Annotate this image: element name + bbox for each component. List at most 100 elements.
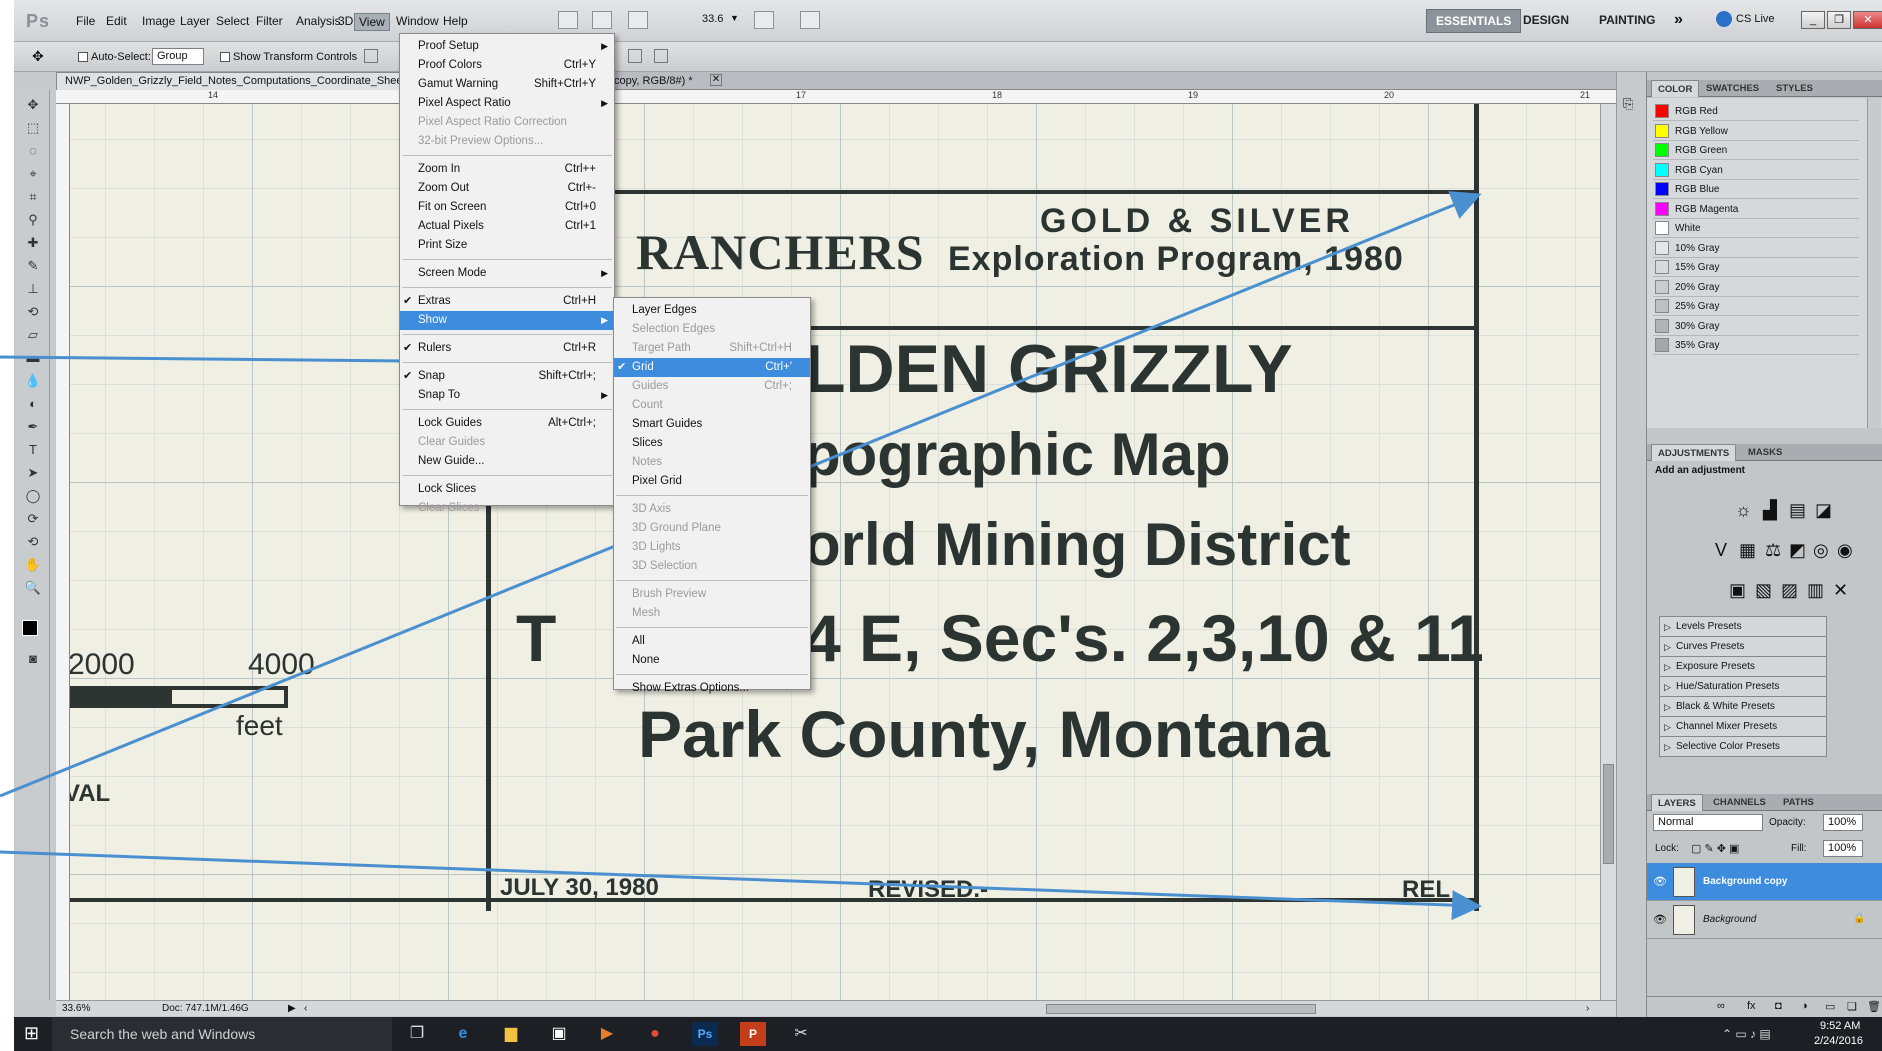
edge-icon[interactable]: e bbox=[450, 1022, 476, 1046]
3d-rotate-tool-icon[interactable]: ⟳ bbox=[24, 510, 42, 528]
channel-mixer-icon[interactable]: ◉ bbox=[1837, 540, 1853, 561]
bridge-icon[interactable] bbox=[558, 11, 578, 29]
windows-start-icon[interactable]: ⊞ bbox=[24, 1023, 39, 1044]
auto-select-checkbox[interactable]: Auto-Select: bbox=[78, 51, 151, 63]
preset-item[interactable]: ▷ Levels Presets bbox=[1659, 617, 1827, 637]
fx-icon[interactable]: fx bbox=[1747, 1000, 1756, 1012]
snipping-tool-icon[interactable]: ✂ bbox=[788, 1022, 814, 1046]
swatch-item[interactable]: RGB Red bbox=[1653, 102, 1859, 121]
move-tool-icon[interactable]: ✥ bbox=[32, 48, 44, 65]
crop-tool-icon[interactable]: ⌗ bbox=[24, 188, 42, 206]
tab-paths[interactable]: PATHS bbox=[1777, 794, 1820, 811]
stamp-tool-icon[interactable]: ⊥ bbox=[24, 280, 42, 298]
tab-swatches[interactable]: SWATCHES bbox=[1700, 80, 1765, 97]
marquee-tool-icon[interactable]: ⬚ bbox=[24, 119, 42, 137]
threshold-icon[interactable]: ▨ bbox=[1781, 580, 1798, 601]
menu-item-new-guide[interactable]: New Guide... bbox=[400, 452, 614, 471]
quick-select-tool-icon[interactable]: ⌖ bbox=[24, 165, 42, 183]
layer-row[interactable]: 👁 Background copy bbox=[1647, 863, 1882, 901]
align-icon[interactable] bbox=[364, 49, 378, 63]
auto-select-dropdown[interactable]: Group bbox=[152, 48, 204, 65]
menu-item-pixel-grid[interactable]: Pixel Grid bbox=[614, 472, 810, 491]
swatch-item[interactable]: RGB Green bbox=[1653, 141, 1859, 160]
workspace-painting[interactable]: PAINTING bbox=[1590, 9, 1664, 33]
store-icon[interactable]: ▣ bbox=[546, 1022, 572, 1046]
document-canvas[interactable]: GOLD & SILVER RANCHERS Exploration Progr… bbox=[56, 90, 1616, 1000]
trash-icon[interactable]: 🗑 bbox=[1867, 1000, 1881, 1013]
vibrance-icon[interactable]: V bbox=[1715, 540, 1727, 561]
preset-item[interactable]: ▷ Curves Presets bbox=[1659, 637, 1827, 657]
swatch-item[interactable]: RGB Blue bbox=[1653, 180, 1859, 199]
history-icon[interactable]: ⎘ bbox=[1623, 96, 1633, 112]
scroll-right-icon[interactable]: › bbox=[1586, 1003, 1589, 1014]
menu-view[interactable]: View bbox=[354, 13, 390, 31]
show-transform-checkbox[interactable]: Show Transform Controls bbox=[220, 51, 357, 63]
selective-color-icon[interactable]: ✕ bbox=[1833, 580, 1848, 601]
gradient-map-icon[interactable]: ▥ bbox=[1807, 580, 1824, 601]
menu-window[interactable]: Window bbox=[392, 13, 443, 29]
media-icon[interactable]: ▶ bbox=[594, 1022, 620, 1046]
preset-item[interactable]: ▷ Hue/Saturation Presets bbox=[1659, 677, 1827, 697]
zoom-chevron-icon[interactable]: ▼ bbox=[730, 13, 739, 23]
menu-item-slices[interactable]: Slices bbox=[614, 434, 810, 453]
menu-item-fit-on-screen[interactable]: Fit on Screen Ctrl+0 bbox=[400, 198, 614, 217]
menu-item-snap[interactable]: ✔ Snap Shift+Ctrl+; bbox=[400, 367, 614, 386]
clock-time[interactable]: 9:52 AM bbox=[1820, 1020, 1860, 1032]
distribute-icon[interactable] bbox=[628, 49, 642, 63]
scroll-left-icon[interactable]: ‹ bbox=[304, 1003, 307, 1014]
pen-tool-icon[interactable]: ✒ bbox=[24, 418, 42, 436]
eyedropper-tool-icon[interactable]: ⚲ bbox=[24, 211, 42, 229]
eraser-tool-icon[interactable]: ▱ bbox=[24, 326, 42, 344]
minimize-button[interactable]: _ bbox=[1801, 11, 1825, 29]
zoom-tool-icon[interactable]: 🔍 bbox=[24, 579, 42, 597]
menu-item-smart-guides[interactable]: Smart Guides bbox=[614, 415, 810, 434]
eye-icon[interactable]: 👁 bbox=[1653, 875, 1667, 888]
file-explorer-icon[interactable]: ▆ bbox=[498, 1022, 524, 1046]
photo-filter-icon[interactable]: ◎ bbox=[1813, 540, 1829, 561]
eye-icon[interactable]: 👁 bbox=[1653, 913, 1667, 926]
clock-date[interactable]: 2/24/2016 bbox=[1814, 1035, 1863, 1047]
menu-item-lock-guides[interactable]: Lock Guides Alt+Ctrl+; bbox=[400, 414, 614, 433]
new-group-icon[interactable]: ▭ bbox=[1825, 1000, 1835, 1013]
tab-masks[interactable]: MASKS bbox=[1742, 444, 1788, 461]
opacity-input[interactable]: 100% bbox=[1823, 814, 1863, 831]
menu-item-screen-mode[interactable]: Screen Mode ▶ bbox=[400, 264, 614, 283]
powerpoint-icon[interactable]: P bbox=[740, 1022, 766, 1046]
menu-file[interactable]: File bbox=[72, 13, 99, 29]
menu-item-layer-edges[interactable]: Layer Edges bbox=[614, 301, 810, 320]
posterize-icon[interactable]: ▧ bbox=[1755, 580, 1772, 601]
menu-item-rulers[interactable]: ✔ Rulers Ctrl+R bbox=[400, 339, 614, 358]
auto-align-icon[interactable] bbox=[654, 49, 668, 63]
vertical-scrollbar[interactable] bbox=[1600, 104, 1616, 1000]
adjustment-icons[interactable]: ☼ ▟ ▤ ◪ V ▦ ⚖ ◩ ◎ ◉ ▣ ▧ ▨ ▥ ✕ bbox=[1687, 492, 1853, 610]
menu-item-zoom-out[interactable]: Zoom Out Ctrl+- bbox=[400, 179, 614, 198]
tray-icons[interactable]: ⌃ ▭ ♪ ▤ bbox=[1722, 1027, 1771, 1041]
shape-tool-icon[interactable]: ◯ bbox=[24, 487, 42, 505]
swatch-item[interactable]: 20% Gray bbox=[1653, 278, 1859, 297]
menu-item-grid[interactable]: ✔ Grid Ctrl+' bbox=[614, 358, 810, 377]
swatch-item[interactable]: 15% Gray bbox=[1653, 258, 1859, 277]
arrange-documents-icon[interactable] bbox=[754, 11, 774, 29]
blur-tool-icon[interactable]: 💧 bbox=[24, 372, 42, 390]
tab-color[interactable]: COLOR bbox=[1651, 80, 1700, 97]
tab-layers[interactable]: LAYERS bbox=[1651, 794, 1703, 811]
layer-name[interactable]: Background copy bbox=[1703, 876, 1787, 887]
hue-sat-icon[interactable]: ▦ bbox=[1739, 540, 1756, 561]
menu-item-extras[interactable]: ✔ Extras Ctrl+H bbox=[400, 292, 614, 311]
menu-item-print-size[interactable]: Print Size bbox=[400, 236, 614, 255]
history-brush-tool-icon[interactable]: ⟲ bbox=[24, 303, 42, 321]
menu-select[interactable]: Select bbox=[212, 13, 253, 29]
menu-item-zoom-in[interactable]: Zoom In Ctrl++ bbox=[400, 160, 614, 179]
restore-button[interactable]: ❐ bbox=[1827, 11, 1851, 29]
menu-item-pixel-aspect-ratio[interactable]: Pixel Aspect Ratio ▶ bbox=[400, 94, 614, 113]
status-zoom[interactable]: 33.6% bbox=[62, 1003, 90, 1014]
mini-bridge-icon[interactable] bbox=[592, 11, 612, 29]
preset-item[interactable]: ▷ Channel Mixer Presets bbox=[1659, 717, 1827, 737]
tab-adjustments[interactable]: ADJUSTMENTS bbox=[1651, 444, 1737, 461]
menu-item-snap-to[interactable]: Snap To ▶ bbox=[400, 386, 614, 405]
new-layer-icon[interactable]: ❏ bbox=[1847, 1000, 1857, 1013]
workspace-design[interactable]: DESIGN bbox=[1514, 9, 1578, 33]
chrome-icon[interactable]: ● bbox=[642, 1022, 668, 1046]
black-white-icon[interactable]: ◩ bbox=[1789, 540, 1806, 561]
lasso-tool-icon[interactable]: ◌ bbox=[24, 142, 42, 160]
